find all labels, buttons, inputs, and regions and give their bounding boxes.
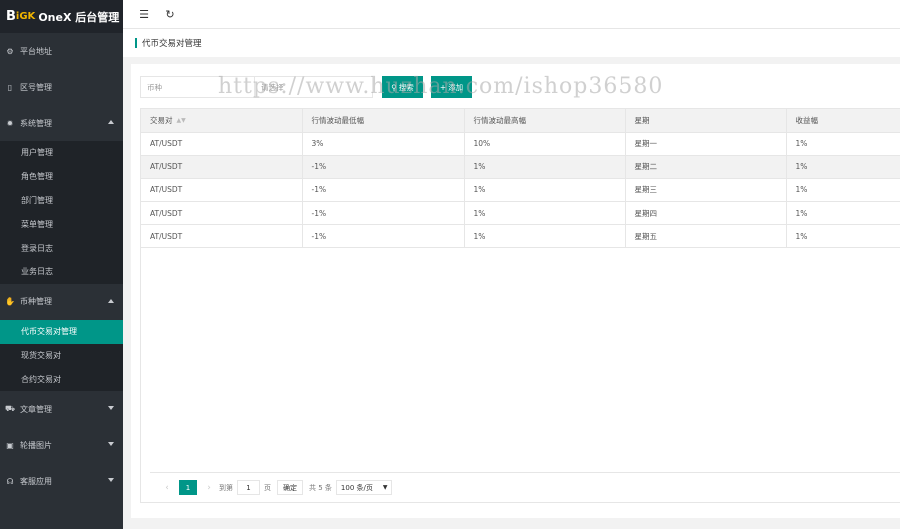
table-row[interactable]: AT/USDT 3% 10% 星期一 1% <box>141 132 900 156</box>
cell-min: -1% <box>302 178 465 203</box>
table-row[interactable]: AT/USDT -1% 1% 星期二 1% <box>141 155 900 179</box>
refresh-icon[interactable]: ↻ <box>161 5 179 23</box>
current-page[interactable]: 1 <box>179 480 197 495</box>
cell-weekday: 星期五 <box>625 224 787 249</box>
goto-label: 到第 <box>219 483 233 492</box>
cell-yield: 1% <box>786 201 900 226</box>
content-panel: 币种 请选择 ⚲ 搜索 + 添加 交易对 ▲▼ 行情波动最低幅 行情波动最高幅 星期 … <box>131 64 900 518</box>
logo-accent: iGK <box>15 11 36 22</box>
col-header-min-fluctuation: 行情波动最低幅 <box>302 109 465 133</box>
search-bar: 币种 请选择 ⚲ 搜索 + 添加 <box>140 76 472 98</box>
page-title: 代币交易对管理 <box>142 39 202 49</box>
sidebar-item-menus[interactable]: 菜单管理 <box>0 212 123 236</box>
chevron-down-icon <box>108 478 114 483</box>
logo-letter: B <box>6 9 16 24</box>
search-icon: ⚲ <box>391 82 397 92</box>
page-size-select[interactable]: 100 条/页 ▼ <box>335 480 393 495</box>
sidebar-item-contract-pairs[interactable]: 合约交易对 <box>0 367 123 391</box>
cell-max: 1% <box>464 178 626 203</box>
page-unit-label: 页 <box>264 483 271 492</box>
table-row[interactable]: AT/USDT -1% 1% 星期三 1% <box>141 178 900 203</box>
prev-page-icon[interactable]: ‹ <box>159 483 175 493</box>
sidebar-item-system[interactable]: ✹ 系统管理 <box>0 105 123 141</box>
cell-max: 10% <box>464 132 626 156</box>
gear-icon: ⚙ <box>6 46 14 56</box>
cell-pair: AT/USDT <box>141 155 303 179</box>
sidebar-item-roles[interactable]: 角色管理 <box>0 165 123 189</box>
sidebar-item-token-pairs[interactable]: 代币交易对管理 <box>0 319 123 344</box>
add-button[interactable]: + 添加 <box>431 76 472 98</box>
table-row[interactable]: AT/USDT -1% 1% 星期五 1% <box>141 224 900 249</box>
cell-weekday: 星期三 <box>625 178 787 203</box>
chevron-down-icon <box>108 406 114 411</box>
cell-pair: AT/USDT <box>141 132 303 156</box>
table-row[interactable]: AT/USDT -1% 1% 星期四 1% <box>141 201 900 226</box>
cell-yield: 1% <box>786 132 900 156</box>
cell-min: -1% <box>302 201 465 226</box>
cell-weekday: 星期一 <box>625 132 787 156</box>
phone-icon: ▯ <box>7 82 13 92</box>
system-submenu: 用户管理 角色管理 部门管理 菜单管理 登录日志 业务日志 <box>0 141 123 284</box>
sidebar-item-carousel[interactable]: ▣ 轮播图片 <box>0 427 123 463</box>
col-header-max-fluctuation: 行情波动最高幅 <box>464 109 626 133</box>
top-bar: ☰ ↻ <box>123 0 900 29</box>
sidebar-item-coin[interactable]: ✋ 币种管理 <box>0 284 123 320</box>
cell-weekday: 星期二 <box>625 155 787 179</box>
sidebar-item-articles[interactable]: ⛟ 文章管理 <box>0 391 123 427</box>
sidebar-item-customer-service[interactable]: ☊ 客服应用 <box>0 463 123 499</box>
cell-min: 3% <box>302 132 465 156</box>
sort-icon[interactable]: ▲▼ <box>177 117 186 124</box>
cell-min: -1% <box>302 155 465 179</box>
sidebar-item-platform-address[interactable]: ⚙ 平台地址 <box>0 33 123 69</box>
cell-weekday: 星期四 <box>625 201 787 226</box>
chevron-down-icon <box>108 442 114 447</box>
coin-submenu: 代币交易对管理 现货交易对 合约交易对 <box>0 319 123 392</box>
col-header-weekday: 星期 <box>625 109 787 133</box>
goto-confirm-button[interactable]: 确定 <box>277 480 303 495</box>
sidebar-item-login-log[interactable]: 登录日志 <box>0 236 123 260</box>
breadcrumb-marker <box>135 38 137 48</box>
coin-search-input[interactable]: 币种 <box>140 76 255 98</box>
cell-min: -1% <box>302 224 465 249</box>
headset-icon: ☊ <box>6 476 14 486</box>
breadcrumb: 代币交易对管理 <box>123 29 900 57</box>
chevron-up-icon <box>108 298 114 303</box>
chevron-up-icon <box>108 120 114 124</box>
weekday-select[interactable]: 请选择 <box>255 76 373 98</box>
settings-icon: ✹ <box>6 118 14 128</box>
cell-pair: AT/USDT <box>141 201 303 226</box>
sidebar: BiGK OneX 后台管理 ⚙ 平台地址 ▯ 区号管理 ✹ 系统管理 用户管理 … <box>0 0 123 529</box>
menu-toggle-icon[interactable]: ☰ <box>135 5 153 23</box>
sidebar-item-departments[interactable]: 部门管理 <box>0 189 123 213</box>
caret-down-icon: ▼ <box>382 484 388 491</box>
cell-max: 1% <box>464 155 626 179</box>
search-button[interactable]: ⚲ 搜索 <box>382 76 423 98</box>
hand-icon: ✋ <box>5 297 15 307</box>
total-count: 共 5 条 <box>309 483 332 492</box>
cell-max: 1% <box>464 201 626 226</box>
sidebar-item-spot-pairs[interactable]: 现货交易对 <box>0 344 123 368</box>
table-header-row: 交易对 ▲▼ 行情波动最低幅 行情波动最高幅 星期 收益幅 <box>141 109 900 133</box>
col-header-yield: 收益幅 <box>786 109 900 133</box>
cell-yield: 1% <box>786 178 900 203</box>
plus-icon: + <box>439 82 447 92</box>
cell-yield: 1% <box>786 155 900 179</box>
car-icon: ⛟ <box>5 404 16 414</box>
sidebar-item-business-log[interactable]: 业务日志 <box>0 260 123 284</box>
app-logo[interactable]: BiGK OneX 后台管理 <box>0 0 123 33</box>
data-table: 交易对 ▲▼ 行情波动最低幅 行情波动最高幅 星期 收益幅 AT/USDT 3% … <box>140 108 900 503</box>
col-header-pair[interactable]: 交易对 ▲▼ <box>141 109 303 133</box>
sidebar-item-users[interactable]: 用户管理 <box>0 141 123 165</box>
cell-pair: AT/USDT <box>141 224 303 249</box>
pagination: ‹ 1 › 到第 1 页 确定 共 5 条 100 条/页 ▼ <box>150 472 900 502</box>
next-page-icon[interactable]: › <box>201 483 217 493</box>
cell-yield: 1% <box>786 224 900 249</box>
logo-text: OneX 后台管理 <box>38 10 120 24</box>
image-icon: ▣ <box>6 440 14 450</box>
cell-pair: AT/USDT <box>141 178 303 203</box>
cell-max: 1% <box>464 224 626 249</box>
goto-page-input[interactable]: 1 <box>237 480 260 495</box>
sidebar-item-area-code[interactable]: ▯ 区号管理 <box>0 69 123 105</box>
bottom-strip <box>123 521 900 529</box>
